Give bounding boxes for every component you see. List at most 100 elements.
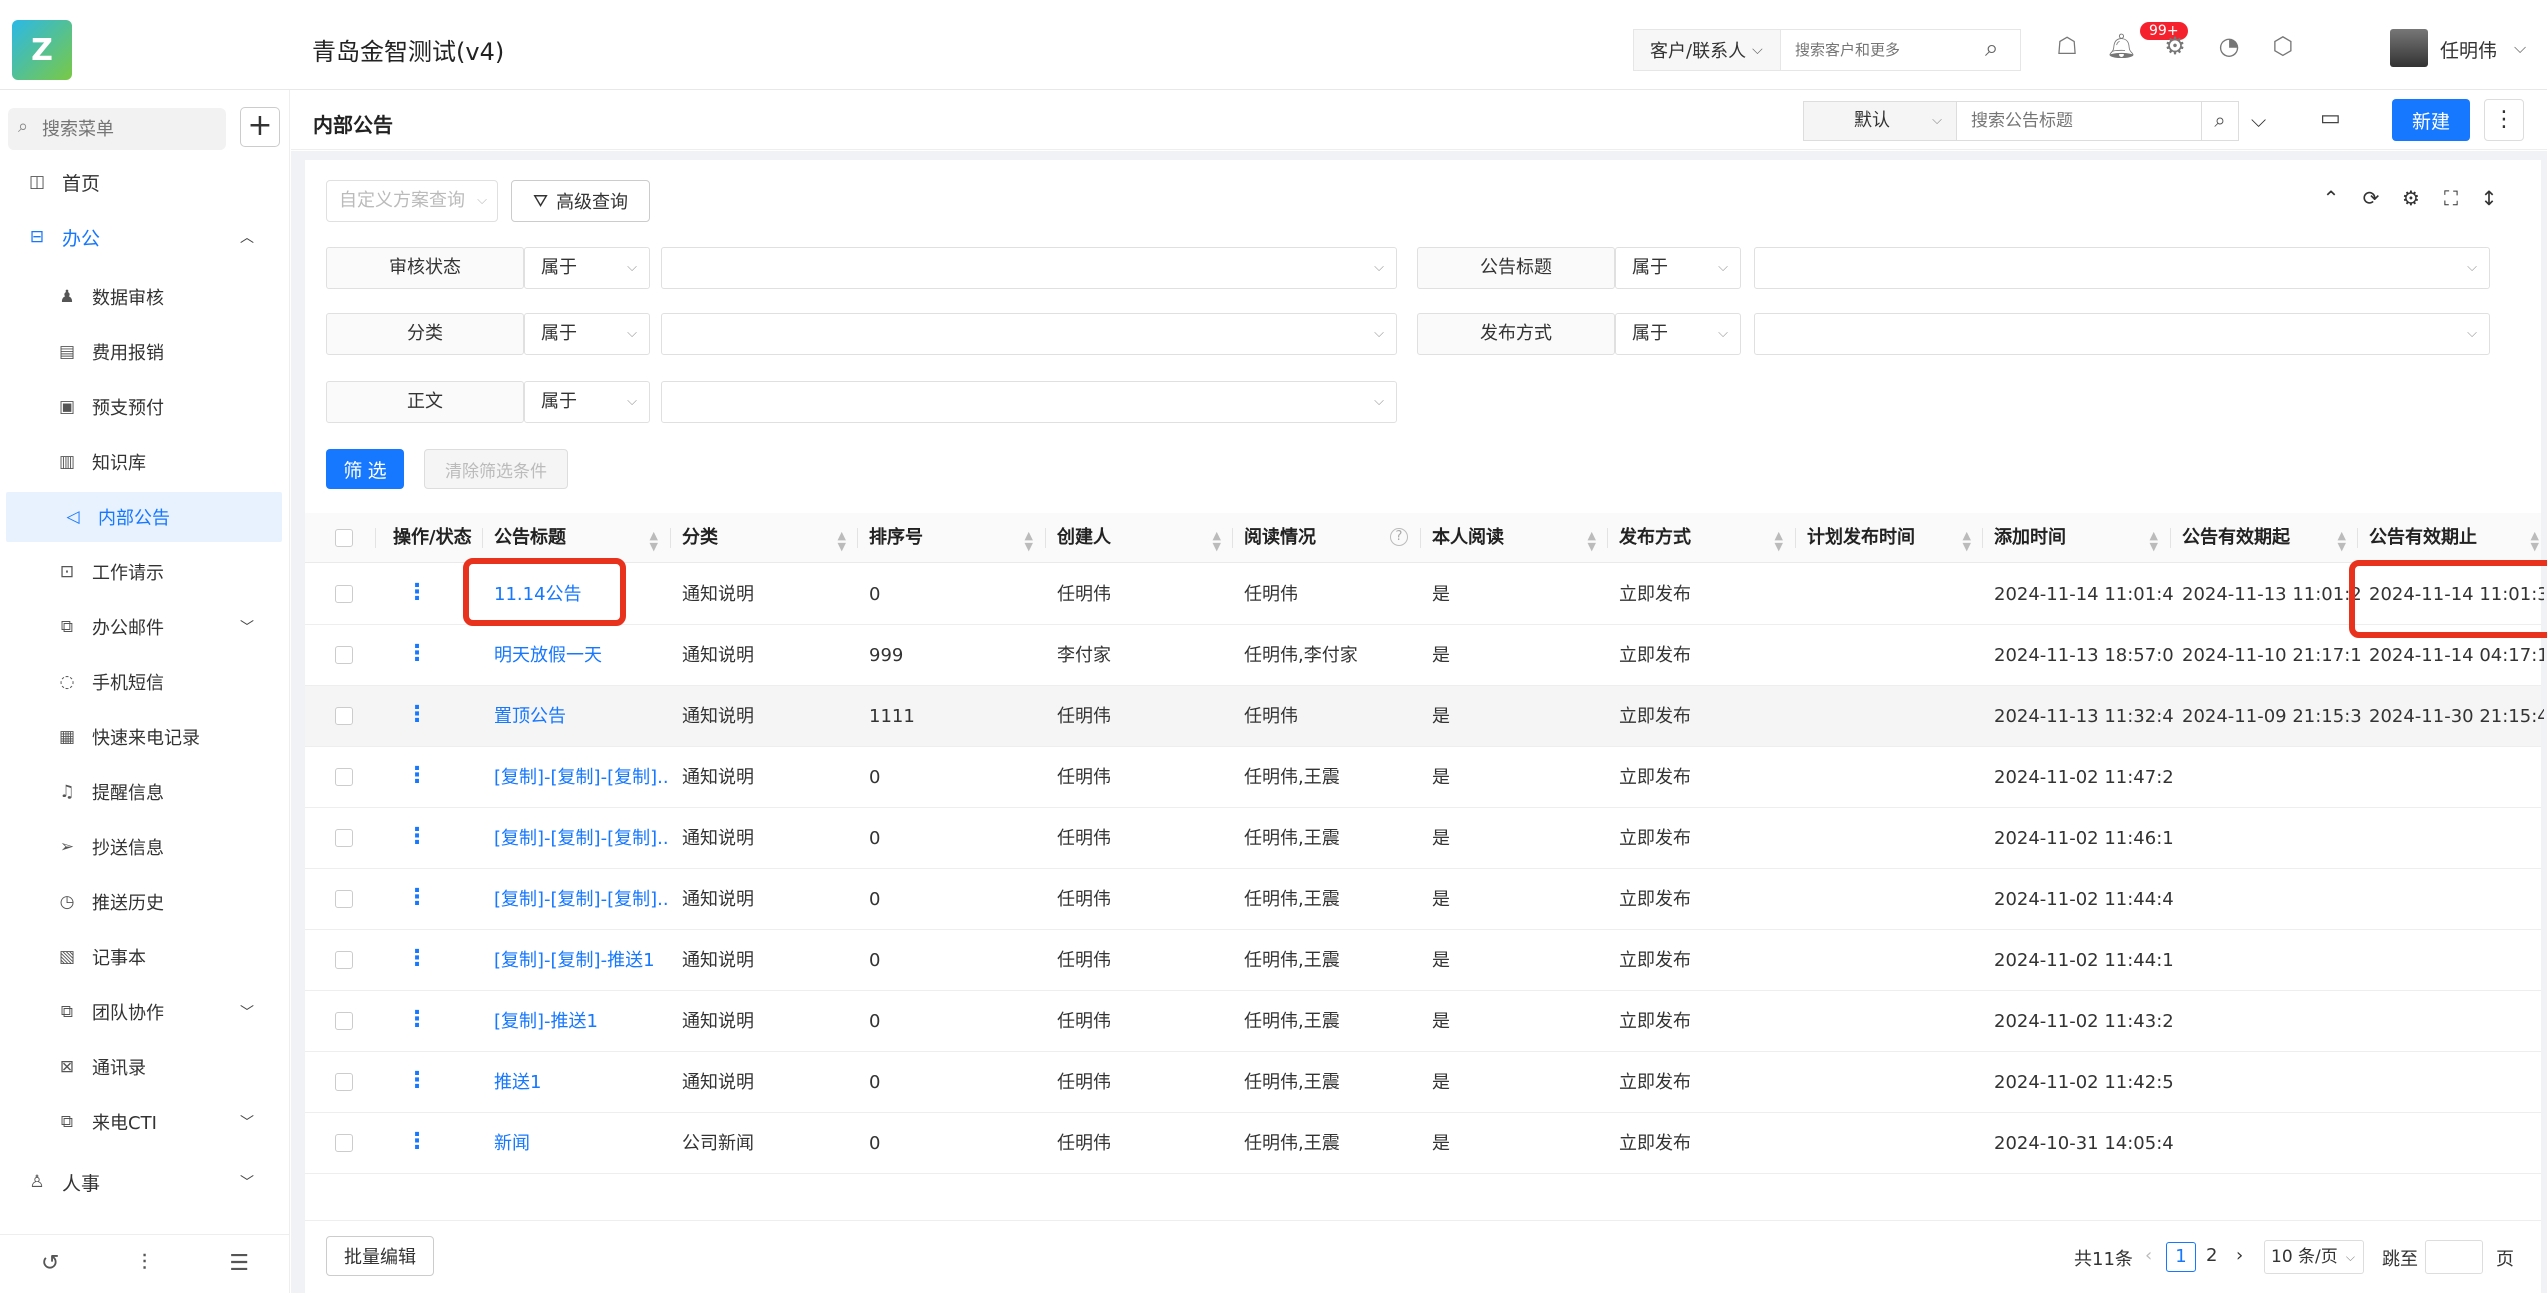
row-actions-icon[interactable]: ⋮ xyxy=(406,824,428,849)
select-all-checkbox[interactable] xyxy=(335,529,353,547)
jump-page-input[interactable] xyxy=(2425,1240,2483,1274)
col-header-plan-time[interactable]: 计划发布时间 ▲ ▼ xyxy=(1807,513,1985,563)
cell-title[interactable]: 明天放假一天 xyxy=(494,625,669,686)
sidebar-item-hr[interactable]: ♙ 人事 ﹀ xyxy=(0,1157,280,1207)
sidebar-item-call-log[interactable]: ▦ 快速来电记录 xyxy=(0,712,280,762)
sort-icon[interactable]: ▲ ▼ xyxy=(1775,530,1783,552)
row-checkbox[interactable] xyxy=(335,1012,353,1030)
column-divider[interactable] xyxy=(1420,528,1421,548)
cell-title[interactable]: 新闻 xyxy=(494,1113,669,1174)
new-button[interactable]: 新建 xyxy=(2392,99,2470,141)
sort-icon[interactable]: ▲ ▼ xyxy=(2150,530,2158,552)
column-divider[interactable] xyxy=(2170,528,2171,548)
collapse-menu-icon[interactable]: ☰ xyxy=(229,1251,249,1276)
filter-value-review-status[interactable]: ⌵ xyxy=(661,247,1397,289)
column-divider[interactable] xyxy=(670,528,671,548)
sort-icon[interactable]: ▲ ▼ xyxy=(650,530,658,552)
sidebar-item-data-review[interactable]: ♟ 数据审核 xyxy=(0,272,280,322)
col-header-title[interactable]: 公告标题 ▲ ▼ xyxy=(494,513,672,563)
user-name[interactable]: 任明伟 xyxy=(2440,36,2497,63)
sidebar-item-contacts[interactable]: ⊠ 通讯录 xyxy=(0,1042,280,1092)
batch-edit-button[interactable]: 批量编辑 xyxy=(326,1236,434,1276)
row-checkbox[interactable] xyxy=(335,707,353,725)
page-2[interactable]: 2 xyxy=(2206,1245,2217,1266)
col-header-self-read[interactable]: 本人阅读 ▲ ▼ xyxy=(1432,513,1610,563)
column-divider[interactable] xyxy=(1795,528,1796,548)
sort-icon[interactable]: ▲ ▼ xyxy=(1588,530,1596,552)
filter-operator[interactable]: 属于 ⌵ xyxy=(1615,313,1741,355)
avatar[interactable] xyxy=(2390,29,2428,67)
settings-icon[interactable]: ⚙ xyxy=(2398,186,2424,210)
bell-icon[interactable]: 🔔︎ xyxy=(2106,32,2136,60)
col-header-publish-mode[interactable]: 发布方式 ▲ ▼ xyxy=(1619,513,1797,563)
more-options-icon[interactable]: ⋮ xyxy=(2484,99,2524,141)
filter-value-body[interactable]: ⌵ xyxy=(661,381,1397,423)
menu-search-input[interactable] xyxy=(8,108,226,150)
filter-operator[interactable]: 属于 ⌵ xyxy=(524,381,650,423)
sidebar-item-reminders[interactable]: ♫ 提醒信息 xyxy=(0,767,280,817)
row-actions-icon[interactable]: ⋮ xyxy=(406,1007,428,1032)
sidebar-item-cti[interactable]: ⧉ 来电CTI ﹀ xyxy=(0,1097,280,1147)
client-contact-selector[interactable]: 客户/联系人 ⌵ xyxy=(1633,29,1781,71)
sidebar-item-work-request[interactable]: ⊡ 工作请示 xyxy=(0,547,280,597)
row-checkbox[interactable] xyxy=(335,829,353,847)
cube-icon[interactable]: ⬡ xyxy=(2268,32,2298,60)
col-header-category[interactable]: 分类 ▲ ▼ xyxy=(682,513,860,563)
row-checkbox[interactable] xyxy=(335,890,353,908)
sort-icon[interactable]: ▲ ▼ xyxy=(2338,530,2346,552)
row-checkbox[interactable] xyxy=(335,768,353,786)
sort-icon[interactable]: ▲ ▼ xyxy=(2531,530,2539,552)
cell-title[interactable]: [复制]-推送1 xyxy=(494,991,669,1052)
cell-title[interactable]: [复制]-[复制]-[复制]... xyxy=(494,808,669,869)
col-header-read-status[interactable]: 阅读情况? xyxy=(1244,513,1422,563)
search-icon[interactable]: ⌕ xyxy=(2201,101,2239,141)
row-actions-icon[interactable]: ⋮ xyxy=(406,946,428,971)
col-header-added-time[interactable]: 添加时间 ▲ ▼ xyxy=(1994,513,2172,563)
sidebar-item-office-mail[interactable]: ⧉ 办公邮件 ﹀ xyxy=(0,602,280,652)
next-page-icon[interactable]: › xyxy=(2236,1245,2243,1266)
filter-value-category[interactable]: ⌵ xyxy=(661,313,1397,355)
laptop-icon[interactable]: ▭ xyxy=(2320,106,2341,131)
sidebar-item-notebook[interactable]: ▧ 记事本 xyxy=(0,932,280,982)
announcement-search-input[interactable] xyxy=(1956,101,2202,141)
search-icon[interactable]: ⌕ xyxy=(1985,34,1998,62)
apply-filter-button[interactable]: 筛 选 xyxy=(326,449,404,489)
app-logo[interactable]: Z xyxy=(12,20,72,80)
sidebar-item-push-history[interactable]: ◷ 推送历史 xyxy=(0,877,280,927)
sort-icon[interactable]: ▲ ▼ xyxy=(838,530,846,552)
gear-icon[interactable]: ⚙ xyxy=(2160,32,2190,60)
sidebar-item-knowledge[interactable]: ▥ 知识库 xyxy=(0,437,280,487)
row-actions-icon[interactable]: ⋮ xyxy=(406,1129,428,1154)
cell-title[interactable]: 置顶公告 xyxy=(494,686,669,747)
column-divider[interactable] xyxy=(1232,528,1233,548)
prev-page-icon[interactable]: ‹ xyxy=(2145,1245,2152,1266)
col-header-valid-from[interactable]: 公告有效期起 ▲ ▼ xyxy=(2182,513,2360,563)
fullscreen-icon[interactable]: ⛶ xyxy=(2438,186,2464,210)
column-divider[interactable] xyxy=(375,528,376,548)
sidebar-item-advance[interactable]: ▣ 预支预付 xyxy=(0,382,280,432)
customer-service-icon[interactable]: ☖ xyxy=(2052,32,2082,60)
sidebar-item-cc[interactable]: ➢ 抄送信息 xyxy=(0,822,280,872)
row-actions-icon[interactable]: ⋮ xyxy=(406,641,428,666)
page-size-selector[interactable]: 10 条/页 ⌵ xyxy=(2264,1240,2364,1274)
history-icon[interactable]: ↺ xyxy=(41,1251,59,1276)
row-checkbox[interactable] xyxy=(335,1134,353,1152)
view-selector[interactable]: 默认 ⌵ xyxy=(1803,101,1957,141)
column-divider[interactable] xyxy=(857,528,858,548)
col-header-valid-to[interactable]: 公告有效期止 ▲ ▼ xyxy=(2369,513,2539,563)
row-height-icon[interactable]: ↕ xyxy=(2476,186,2502,210)
cell-title[interactable]: [复制]-[复制]-[复制]... xyxy=(494,747,669,808)
row-actions-icon[interactable]: ⋮ xyxy=(406,763,428,788)
chevron-down-icon[interactable]: ⌵ xyxy=(2251,108,2266,132)
column-divider[interactable] xyxy=(1607,528,1608,548)
cell-title[interactable]: 推送1 xyxy=(494,1052,669,1113)
row-checkbox[interactable] xyxy=(335,951,353,969)
cell-title[interactable]: [复制]-[复制]-推送1 xyxy=(494,930,669,991)
sidebar-item-office[interactable]: ⊟ 办公 ︿ xyxy=(0,212,280,262)
sidebar-item-expense[interactable]: ▤ 费用报销 xyxy=(0,327,280,377)
filter-operator[interactable]: 属于 ⌵ xyxy=(1615,247,1741,289)
filter-operator[interactable]: 属于 ⌵ xyxy=(524,313,650,355)
col-header-creator[interactable]: 创建人 ▲ ▼ xyxy=(1057,513,1235,563)
sort-icon[interactable]: ▲ ▼ xyxy=(1963,530,1971,552)
column-divider[interactable] xyxy=(2357,528,2358,548)
